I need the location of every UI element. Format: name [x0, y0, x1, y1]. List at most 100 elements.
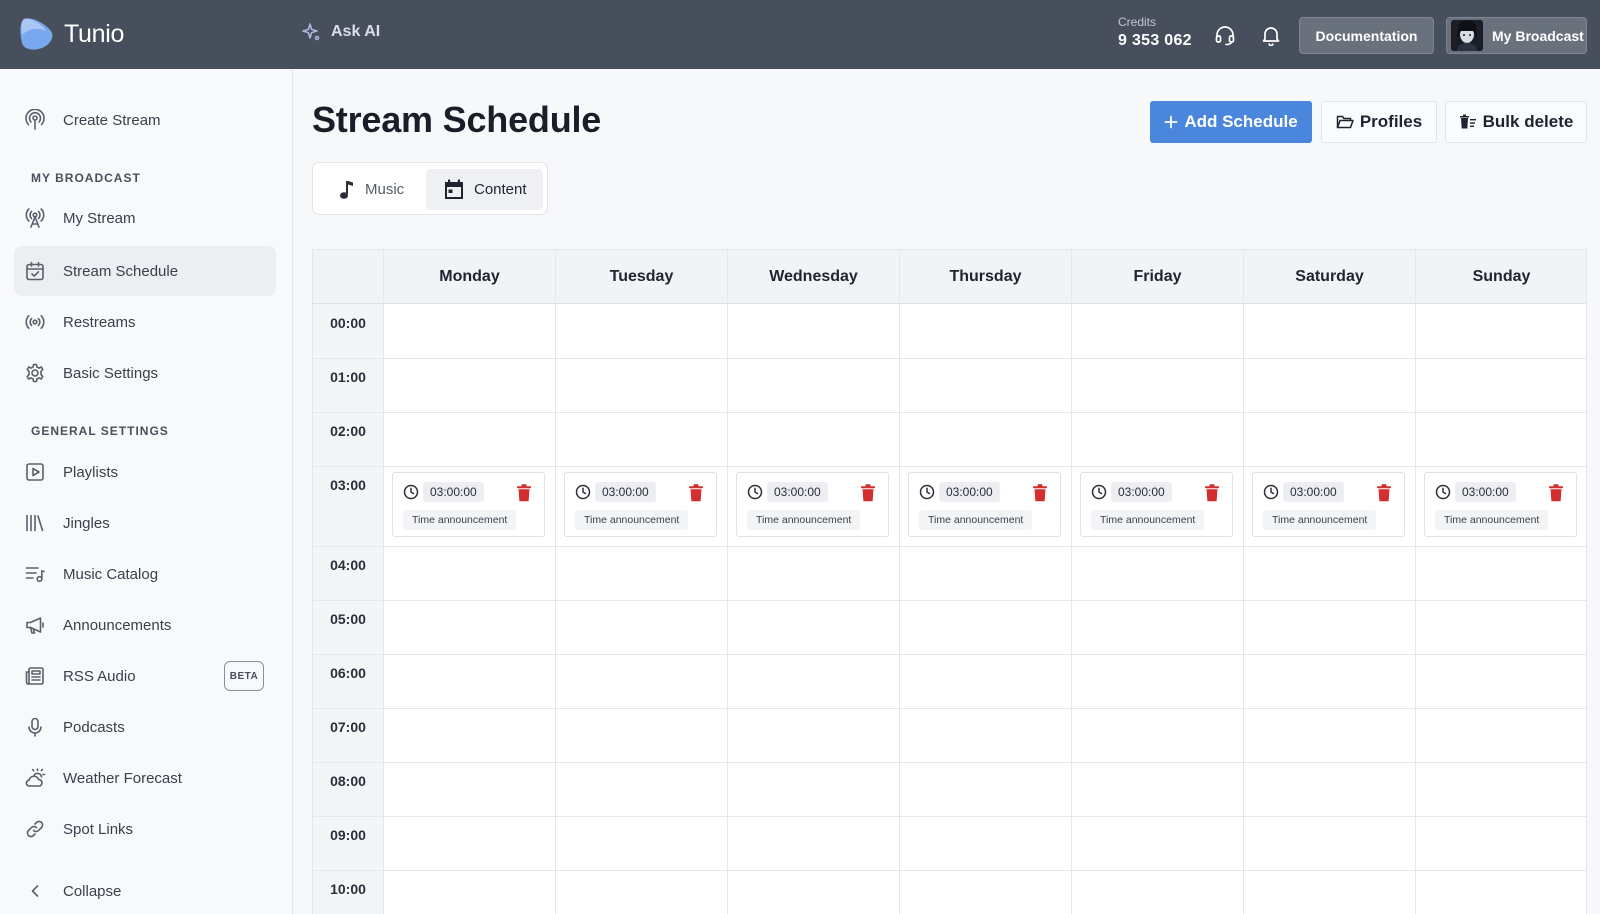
- schedule-slot[interactable]: [384, 359, 555, 412]
- schedule-entry[interactable]: 03:00:00 Time announcement: [1252, 472, 1405, 537]
- trash-icon[interactable]: [860, 484, 876, 502]
- schedule-slot[interactable]: [1416, 413, 1586, 466]
- schedule-slot[interactable]: [1072, 871, 1243, 914]
- sidebar-item-rss-audio[interactable]: RSS Audio BETA: [14, 651, 276, 701]
- schedule-slot[interactable]: [1244, 547, 1415, 600]
- profiles-button[interactable]: Profiles: [1321, 101, 1437, 143]
- sidebar-collapse-button[interactable]: Collapse: [14, 866, 276, 914]
- schedule-slot[interactable]: [900, 763, 1071, 816]
- schedule-slot[interactable]: [1416, 601, 1586, 654]
- schedule-slot[interactable]: [1416, 709, 1586, 762]
- trash-icon[interactable]: [1548, 484, 1564, 502]
- schedule-slot[interactable]: [1244, 359, 1415, 412]
- schedule-slot[interactable]: [1244, 763, 1415, 816]
- schedule-slot[interactable]: [728, 709, 899, 762]
- schedule-slot[interactable]: [1072, 709, 1243, 762]
- schedule-slot[interactable]: [556, 413, 727, 466]
- schedule-slot[interactable]: [556, 817, 727, 870]
- tab-music[interactable]: Music: [337, 169, 427, 210]
- add-schedule-button[interactable]: Add Schedule: [1150, 101, 1312, 143]
- schedule-slot[interactable]: [900, 547, 1071, 600]
- account-button[interactable]: My Broadcast: [1446, 17, 1587, 54]
- schedule-slot[interactable]: [728, 871, 899, 914]
- app-logo[interactable]: Tunio: [18, 17, 124, 51]
- schedule-slot[interactable]: [384, 655, 555, 708]
- documentation-button[interactable]: Documentation: [1299, 17, 1434, 54]
- sidebar-item-jingles[interactable]: Jingles: [14, 498, 276, 548]
- sidebar-item-basic-settings[interactable]: Basic Settings: [14, 348, 276, 398]
- schedule-slot[interactable]: [1416, 359, 1586, 412]
- schedule-slot[interactable]: [1072, 359, 1243, 412]
- schedule-slot[interactable]: [728, 655, 899, 708]
- schedule-slot[interactable]: [384, 871, 555, 914]
- schedule-slot[interactable]: [1244, 871, 1415, 914]
- schedule-slot[interactable]: [1416, 817, 1586, 870]
- schedule-slot[interactable]: [1416, 871, 1586, 914]
- schedule-entry[interactable]: 03:00:00 Time announcement: [908, 472, 1061, 537]
- trash-icon[interactable]: [1032, 484, 1048, 502]
- schedule-entry[interactable]: 03:00:00 Time announcement: [736, 472, 889, 537]
- sidebar-item-create-stream[interactable]: Create Stream: [14, 95, 276, 145]
- trash-icon[interactable]: [1204, 484, 1220, 502]
- schedule-slot[interactable]: [1072, 655, 1243, 708]
- schedule-slot[interactable]: [384, 413, 555, 466]
- sidebar-item-playlists[interactable]: Playlists: [14, 447, 276, 497]
- schedule-slot[interactable]: [728, 763, 899, 816]
- bell-icon[interactable]: [1260, 24, 1282, 46]
- schedule-slot[interactable]: [1244, 709, 1415, 762]
- schedule-slot[interactable]: [728, 305, 899, 358]
- schedule-slot[interactable]: [556, 655, 727, 708]
- schedule-slot[interactable]: [1416, 547, 1586, 600]
- sidebar-item-my-stream[interactable]: My Stream: [14, 193, 276, 243]
- sidebar-item-announcements[interactable]: Announcements: [14, 600, 276, 650]
- schedule-slot[interactable]: [1072, 601, 1243, 654]
- schedule-slot[interactable]: [900, 817, 1071, 870]
- schedule-slot[interactable]: [728, 547, 899, 600]
- schedule-slot[interactable]: [384, 547, 555, 600]
- schedule-slot[interactable]: [384, 763, 555, 816]
- schedule-slot[interactable]: [384, 709, 555, 762]
- sidebar-item-music-catalog[interactable]: Music Catalog: [14, 549, 276, 599]
- schedule-slot[interactable]: [556, 305, 727, 358]
- bulk-delete-button[interactable]: Bulk delete: [1445, 101, 1587, 143]
- schedule-slot[interactable]: [1416, 763, 1586, 816]
- schedule-slot[interactable]: [900, 655, 1071, 708]
- schedule-slot[interactable]: [1244, 413, 1415, 466]
- schedule-slot[interactable]: [556, 359, 727, 412]
- schedule-slot[interactable]: [384, 601, 555, 654]
- schedule-slot[interactable]: [728, 359, 899, 412]
- schedule-slot[interactable]: [384, 817, 555, 870]
- trash-icon[interactable]: [1376, 484, 1392, 502]
- sidebar-item-podcasts[interactable]: Podcasts: [14, 702, 276, 752]
- schedule-slot[interactable]: [1072, 547, 1243, 600]
- schedule-slot[interactable]: [1416, 655, 1586, 708]
- schedule-slot[interactable]: [1072, 305, 1243, 358]
- schedule-entry[interactable]: 03:00:00 Time announcement: [564, 472, 717, 537]
- schedule-slot[interactable]: [728, 413, 899, 466]
- schedule-entry[interactable]: 03:00:00 Time announcement: [1424, 472, 1577, 537]
- schedule-slot[interactable]: [1072, 763, 1243, 816]
- ask-ai-button[interactable]: Ask AI: [301, 22, 380, 42]
- trash-icon[interactable]: [688, 484, 704, 502]
- sidebar-item-spot-links[interactable]: Spot Links: [14, 804, 276, 854]
- schedule-slot[interactable]: [556, 763, 727, 816]
- schedule-slot[interactable]: [900, 359, 1071, 412]
- schedule-entry[interactable]: 03:00:00 Time announcement: [1080, 472, 1233, 537]
- headset-icon[interactable]: [1214, 24, 1236, 46]
- schedule-slot[interactable]: [556, 709, 727, 762]
- schedule-slot[interactable]: [900, 413, 1071, 466]
- schedule-slot[interactable]: [1072, 413, 1243, 466]
- schedule-slot[interactable]: [556, 601, 727, 654]
- schedule-slot[interactable]: [1244, 601, 1415, 654]
- sidebar-item-stream-schedule[interactable]: Stream Schedule: [14, 246, 276, 296]
- schedule-entry[interactable]: 03:00:00 Time announcement: [392, 472, 545, 537]
- schedule-slot[interactable]: [900, 871, 1071, 914]
- schedule-slot[interactable]: [900, 709, 1071, 762]
- schedule-slot[interactable]: [1072, 817, 1243, 870]
- schedule-slot[interactable]: [1244, 817, 1415, 870]
- tab-content[interactable]: Content: [426, 169, 543, 210]
- schedule-slot[interactable]: [728, 601, 899, 654]
- schedule-slot[interactable]: [1244, 305, 1415, 358]
- schedule-slot[interactable]: [384, 305, 555, 358]
- sidebar-item-weather-forecast[interactable]: Weather Forecast: [14, 753, 276, 803]
